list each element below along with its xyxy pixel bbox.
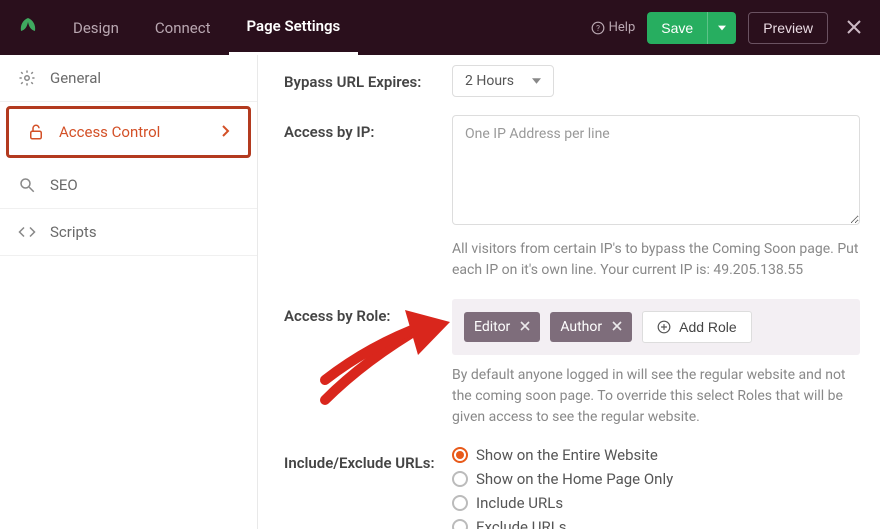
nav-tabs: Design Connect Page Settings — [55, 0, 358, 55]
row-access-role: Access by Role: Editor Author — [284, 299, 860, 428]
sidebar-item-label: SEO — [50, 176, 239, 194]
svg-text:?: ? — [596, 22, 600, 32]
remove-role-button[interactable] — [520, 319, 530, 335]
radio-label: Exclude URLs — [476, 518, 567, 529]
row-include-exclude: Include/Exclude URLs: Show on the Entire… — [284, 446, 860, 529]
save-button-group: Save — [647, 12, 736, 44]
radio-label: Include URLs — [476, 494, 563, 512]
close-icon — [520, 321, 530, 331]
close-icon — [846, 19, 862, 35]
remove-role-button[interactable] — [612, 319, 622, 335]
close-icon — [612, 321, 622, 331]
content-panel: Bypass URL Expires: 2 Hours Access by IP… — [258, 55, 880, 529]
chevron-right-icon — [222, 123, 230, 141]
sidebar-item-general[interactable]: General — [0, 55, 257, 102]
radio-label: Show on the Home Page Only — [476, 470, 673, 488]
sidebar-item-label: General — [50, 69, 239, 87]
include-exclude-label: Include/Exclude URLs: — [284, 446, 452, 472]
caret-down-icon — [532, 78, 541, 84]
sidebar: General Access Control SEO Scripts — [0, 55, 258, 529]
radio-icon — [452, 519, 468, 529]
radio-icon — [452, 447, 468, 463]
sidebar-item-scripts[interactable]: Scripts — [0, 209, 257, 256]
include-exclude-options: Show on the Entire Website Show on the H… — [452, 446, 860, 529]
app-logo — [0, 16, 55, 40]
access-ip-help: All visitors from certain IP's to bypass… — [452, 239, 860, 281]
radio-label: Show on the Entire Website — [476, 446, 658, 464]
bypass-url-label: Bypass URL Expires: — [284, 65, 452, 91]
access-role-label: Access by Role: — [284, 299, 452, 325]
help-link[interactable]: ? Help — [591, 20, 636, 35]
radio-option-home-page-only[interactable]: Show on the Home Page Only — [452, 470, 860, 488]
tab-connect[interactable]: Connect — [137, 0, 229, 55]
bypass-url-value: 2 Hours — [465, 73, 514, 89]
plus-circle-icon — [657, 320, 671, 334]
code-icon — [18, 223, 36, 241]
radio-option-include-urls[interactable]: Include URLs — [452, 494, 860, 512]
access-ip-label: Access by IP: — [284, 115, 452, 141]
caret-down-icon — [718, 24, 726, 32]
leaf-icon — [16, 16, 40, 40]
gear-icon — [18, 69, 36, 87]
save-dropdown-button[interactable] — [707, 12, 736, 44]
row-bypass-url: Bypass URL Expires: 2 Hours — [284, 65, 860, 97]
save-button[interactable]: Save — [647, 12, 707, 44]
role-chip-container: Editor Author Add Role — [452, 299, 860, 355]
role-chip-label: Editor — [474, 319, 510, 335]
preview-button[interactable]: Preview — [748, 12, 828, 44]
add-role-button[interactable]: Add Role — [642, 311, 752, 343]
bypass-url-select[interactable]: 2 Hours — [452, 65, 554, 97]
radio-icon — [452, 471, 468, 487]
radio-option-entire-website[interactable]: Show on the Entire Website — [452, 446, 860, 464]
row-access-ip: Access by IP: All visitors from certain … — [284, 115, 860, 281]
sidebar-item-seo[interactable]: SEO — [0, 162, 257, 209]
role-chip-editor: Editor — [464, 312, 540, 342]
topbar-right: ? Help Save Preview — [591, 12, 880, 44]
role-chip-author: Author — [550, 312, 632, 342]
add-role-label: Add Role — [679, 319, 737, 335]
close-button[interactable] — [840, 16, 868, 40]
lock-icon — [27, 123, 45, 141]
role-chip-label: Author — [560, 319, 602, 335]
body: General Access Control SEO Scripts Bypas… — [0, 55, 880, 529]
tab-design[interactable]: Design — [55, 0, 137, 55]
search-icon — [18, 176, 36, 194]
radio-option-exclude-urls[interactable]: Exclude URLs — [452, 518, 860, 529]
help-icon: ? — [591, 21, 605, 35]
help-label: Help — [609, 20, 636, 35]
radio-icon — [452, 495, 468, 511]
tab-page-settings[interactable]: Page Settings — [229, 0, 359, 55]
access-role-help: By default anyone logged in will see the… — [452, 365, 860, 428]
access-ip-textarea[interactable] — [452, 115, 860, 225]
sidebar-item-label: Access Control — [59, 123, 208, 141]
sidebar-item-label: Scripts — [50, 223, 239, 241]
top-bar: Design Connect Page Settings ? Help Save… — [0, 0, 880, 55]
sidebar-item-access-control[interactable]: Access Control — [6, 106, 251, 158]
